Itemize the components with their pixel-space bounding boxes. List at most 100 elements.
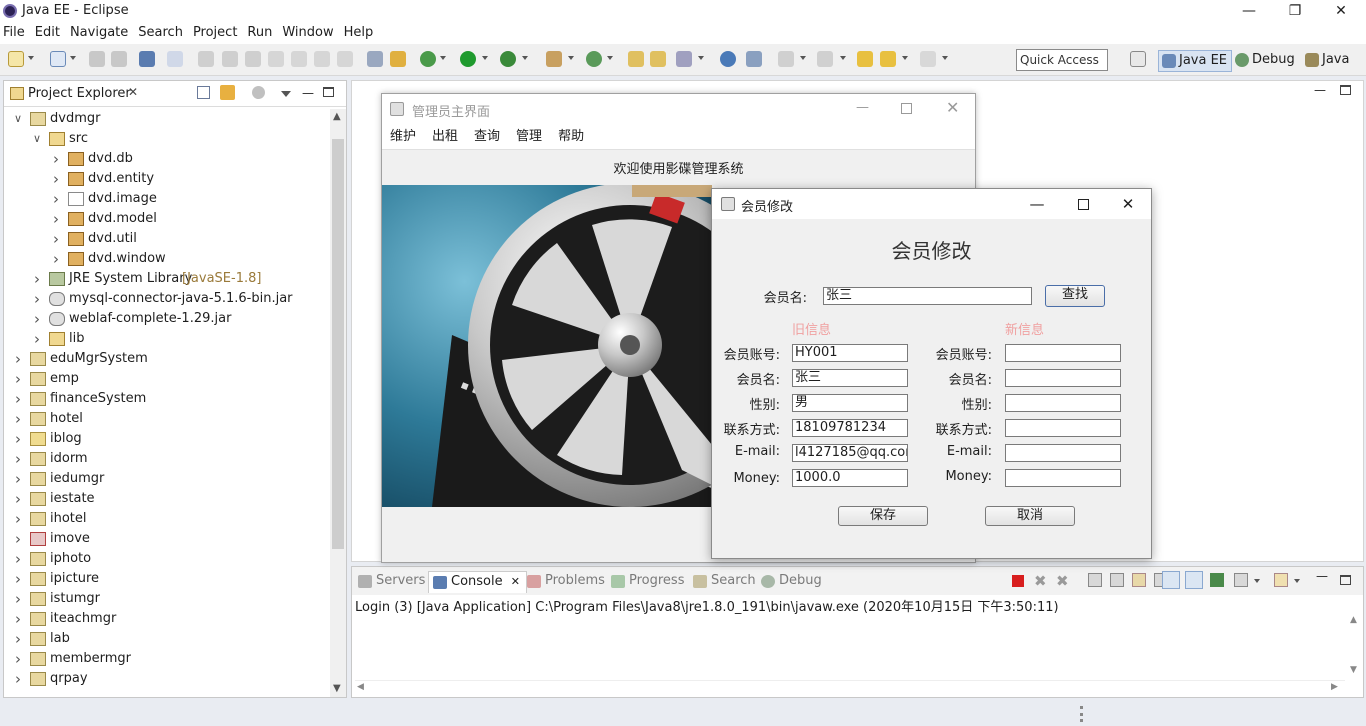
menu-help[interactable]: 帮助 — [550, 124, 592, 150]
chevron-down-icon[interactable] — [522, 56, 528, 60]
old-money-field[interactable]: 1000.0 — [792, 469, 908, 487]
tab-problems[interactable]: Problems — [527, 573, 605, 588]
last-edit-location-icon[interactable] — [857, 51, 873, 67]
debug-icon[interactable] — [420, 51, 436, 67]
filter-icon[interactable] — [252, 86, 265, 99]
perspective-java[interactable]: Java — [1302, 50, 1353, 72]
menu-rent[interactable]: 出租 — [424, 124, 466, 150]
resume-icon[interactable] — [198, 51, 214, 67]
tree-item[interactable]: › dvd.db — [4, 149, 330, 169]
new-email-field[interactable] — [1005, 444, 1121, 462]
menu-navigate[interactable]: Navigate — [65, 22, 133, 43]
terminate-icon[interactable] — [1012, 575, 1024, 587]
search-member-name-input[interactable]: 张三 — [823, 287, 1032, 305]
menu-window[interactable]: Window — [277, 22, 338, 43]
remove-launch-icon[interactable]: ✖ — [1034, 572, 1047, 590]
close-tab-icon[interactable]: ✕ — [511, 575, 520, 588]
perspective-debug[interactable]: Debug — [1232, 50, 1299, 72]
scrollbar-thumb[interactable] — [332, 139, 344, 549]
chevron-down-icon[interactable] — [28, 56, 34, 60]
close-button[interactable]: ✕ — [946, 98, 959, 117]
terminate-icon[interactable] — [245, 51, 261, 67]
chevron-right-icon[interactable]: › — [31, 309, 43, 329]
tree-item[interactable]: › dvd.entity — [4, 169, 330, 189]
chevron-right-icon[interactable]: › — [12, 349, 24, 369]
new-contact-field[interactable] — [1005, 419, 1121, 437]
back-icon[interactable] — [880, 51, 896, 67]
new-console-icon[interactable] — [1274, 573, 1288, 587]
chevron-right-icon[interactable]: › — [12, 549, 24, 569]
menu-edit[interactable]: Edit — [30, 22, 65, 43]
chevron-right-icon[interactable]: › — [50, 149, 62, 169]
chevron-down-icon[interactable] — [698, 56, 704, 60]
chevron-right-icon[interactable]: › — [12, 469, 24, 489]
tree-item[interactable]: › qrpay — [4, 669, 330, 689]
open-console-icon[interactable] — [1234, 573, 1248, 587]
tree-item[interactable]: › ipicture — [4, 569, 330, 589]
tab-progress[interactable]: Progress — [611, 573, 684, 588]
tree-item[interactable]: › eduMgrSystem — [4, 349, 330, 369]
menu-manage[interactable]: 管理 — [508, 124, 550, 150]
close-button[interactable]: ✕ — [1105, 189, 1151, 219]
chevron-down-icon[interactable]: ∨ — [12, 109, 24, 129]
maximize-view-icon[interactable] — [323, 87, 334, 97]
tab-console[interactable]: Console ✕ — [428, 571, 527, 593]
tree-item[interactable]: › mysql-connector-java-5.1.6-bin.jar — [4, 289, 330, 309]
chevron-right-icon[interactable]: › — [50, 249, 62, 269]
tree-item[interactable]: › weblaf-complete-1.29.jar — [4, 309, 330, 329]
old-gender-field[interactable]: 男 — [792, 394, 908, 412]
view-menu-icon[interactable] — [281, 91, 291, 97]
chevron-down-icon[interactable] — [902, 56, 908, 60]
restore-button[interactable]: ❐ — [1272, 0, 1318, 22]
new-money-field[interactable] — [1005, 469, 1121, 487]
scroll-down-icon[interactable]: ▼ — [333, 683, 341, 694]
menu-run[interactable]: Run — [242, 22, 277, 43]
chevron-right-icon[interactable]: › — [31, 329, 43, 349]
next-annotation-icon[interactable] — [778, 51, 794, 67]
search-button[interactable]: 查找 — [1045, 285, 1105, 307]
new-class-icon[interactable] — [586, 51, 602, 67]
tree-item[interactable]: › lab — [4, 629, 330, 649]
chevron-down-icon[interactable] — [482, 56, 488, 60]
step-over-icon[interactable] — [314, 51, 330, 67]
pin-editor-icon[interactable] — [746, 51, 762, 67]
chevron-right-icon[interactable]: › — [12, 449, 24, 469]
scroll-lock-icon[interactable] — [1110, 573, 1124, 587]
chevron-right-icon[interactable]: › — [12, 649, 24, 669]
chevron-right-icon[interactable]: › — [12, 609, 24, 629]
disconnect-icon[interactable] — [268, 51, 284, 67]
chevron-right-icon[interactable]: › — [12, 589, 24, 609]
tree-item[interactable]: › dvd.image — [4, 189, 330, 209]
chevron-right-icon[interactable]: › — [12, 389, 24, 409]
link-with-editor-icon[interactable] — [220, 85, 235, 100]
perspective-java-ee[interactable]: Java EE — [1158, 50, 1233, 72]
minimize-view-icon[interactable]: — — [1316, 569, 1328, 583]
remove-all-terminated-icon[interactable]: ✖ — [1056, 572, 1069, 590]
menu-project[interactable]: Project — [188, 22, 242, 43]
tree-item[interactable]: › imove — [4, 529, 330, 549]
chevron-down-icon[interactable] — [840, 56, 846, 60]
new-java-project-icon[interactable] — [546, 51, 562, 67]
scroll-left-icon[interactable]: ◀ — [357, 682, 364, 692]
console-hscrollbar[interactable]: ◀ ▶ — [355, 680, 1345, 696]
new-account-field[interactable] — [1005, 344, 1121, 362]
chevron-down-icon[interactable] — [942, 56, 948, 60]
tree-item[interactable]: › membermgr — [4, 649, 330, 669]
chevron-right-icon[interactable]: › — [12, 669, 24, 689]
save-all-icon[interactable] — [111, 51, 127, 67]
minimize-button[interactable]: — — [856, 100, 869, 115]
explorer-scrollbar[interactable]: ▲ ▼ — [330, 109, 346, 697]
word-wrap-icon[interactable] — [1132, 573, 1146, 587]
chevron-right-icon[interactable]: › — [31, 289, 43, 309]
menu-help[interactable]: Help — [339, 22, 379, 43]
old-contact-field[interactable]: 18109781234 — [792, 419, 908, 437]
tree-item[interactable]: › JRE System Library [JavaSE-1.8] — [4, 269, 330, 289]
chevron-down-icon[interactable]: ∨ — [31, 129, 43, 149]
tree-item[interactable]: › iestate — [4, 489, 330, 509]
tree-item[interactable]: › dvd.window — [4, 249, 330, 269]
chevron-right-icon[interactable]: › — [12, 409, 24, 429]
old-member-name-field[interactable]: 张三 — [792, 369, 908, 387]
old-email-field[interactable]: l4127185@qq.com — [792, 444, 908, 462]
save-icon[interactable] — [89, 51, 105, 67]
run-icon[interactable] — [460, 51, 476, 67]
